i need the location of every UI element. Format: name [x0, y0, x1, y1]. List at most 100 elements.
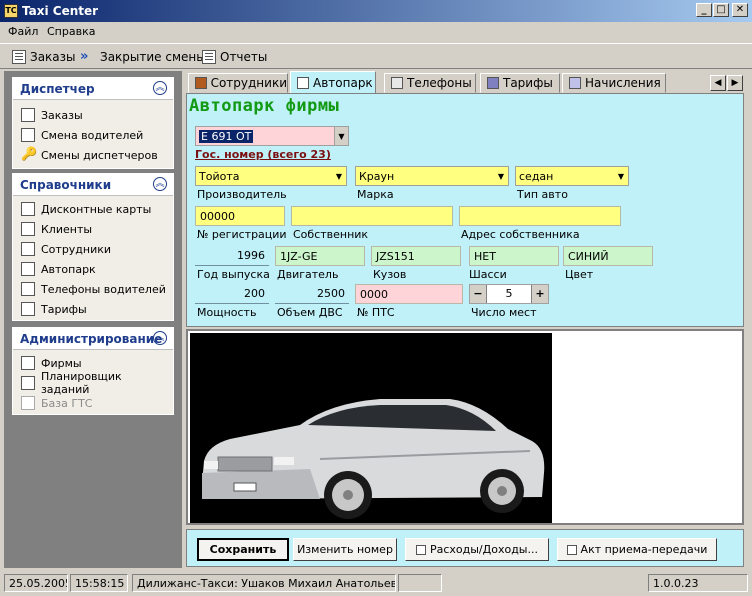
- change-number-button[interactable]: Изменить номер: [293, 538, 397, 561]
- plate-value-wrap: Е 691 ОТ: [196, 129, 334, 143]
- database-icon: [21, 396, 35, 410]
- tab-scroll-right-icon[interactable]: ▶: [727, 75, 743, 91]
- pts-field[interactable]: 0000: [355, 284, 463, 304]
- displacement-field[interactable]: 2500: [275, 284, 349, 304]
- toolbar-orders-button[interactable]: Заказы: [12, 49, 76, 65]
- discount-card-icon: [21, 202, 35, 216]
- sidebar-item-dispatcher-shifts[interactable]: 🔑 Смены диспетчеров: [21, 146, 158, 164]
- car-photo-area[interactable]: [186, 329, 744, 525]
- sidebar-item-label: Дисконтные карты: [41, 202, 152, 216]
- panel-admin: Администрирование ︽ Фирмы Планировщик за…: [12, 327, 174, 415]
- collapse-icon[interactable]: ︽: [153, 177, 167, 191]
- car-type-select[interactable]: седан ▼: [515, 166, 629, 186]
- power-label: Мощность: [197, 306, 257, 319]
- owner-field[interactable]: [291, 206, 453, 226]
- panel-dispatcher-header[interactable]: Диспетчер ︽: [13, 78, 173, 100]
- owner-address-field[interactable]: [459, 206, 621, 226]
- phone-icon: [391, 77, 403, 89]
- tab-accruals[interactable]: Начисления: [562, 73, 666, 93]
- employees-icon: [195, 77, 207, 89]
- reg-number-field[interactable]: 00000: [195, 206, 285, 226]
- car-photo: [190, 333, 552, 523]
- collapse-icon[interactable]: ︽: [153, 81, 167, 95]
- status-bar: 25.05.2005 15:58:15 Дилижанс-Такси: Ушак…: [0, 572, 752, 596]
- driver-shift-icon: [21, 128, 35, 142]
- sidebar-item-driver-shift[interactable]: Смена водителей: [21, 126, 143, 144]
- body-label: Кузов: [373, 268, 407, 281]
- main-panel: Сотрудники Автопарк Телефоны Тарифы Начи…: [184, 71, 748, 568]
- sidebar-item-scheduler[interactable]: Планировщик заданий: [21, 370, 173, 396]
- chevron-down-icon[interactable]: ▼: [334, 127, 348, 145]
- toolbar-reports-button[interactable]: Отчеты: [202, 49, 267, 65]
- manufacturer-select[interactable]: Тойота ▼: [195, 166, 347, 186]
- tariffs-icon: [487, 77, 499, 89]
- maximize-button[interactable]: □: [713, 3, 729, 17]
- manufacturer-label: Производитель: [197, 188, 287, 201]
- expenses-icon: [415, 544, 426, 555]
- menu-file[interactable]: Файл: [8, 25, 38, 38]
- toolbar-close-shift-button[interactable]: » Закрытие смены: [80, 49, 206, 65]
- sidebar-item-label: Планировщик заданий: [40, 370, 122, 396]
- pts-label: № ПТС: [357, 306, 395, 319]
- minus-icon[interactable]: −: [470, 285, 487, 303]
- tab-phones[interactable]: Телефоны: [384, 73, 476, 93]
- collapse-icon[interactable]: ︽: [153, 331, 167, 345]
- tab-fleet[interactable]: Автопарк: [290, 71, 376, 93]
- act-button[interactable]: Акт приема-передачи: [557, 538, 717, 561]
- plus-icon[interactable]: +: [531, 285, 548, 303]
- tab-employees[interactable]: Сотрудники: [188, 73, 288, 93]
- reports-icon: [202, 50, 216, 64]
- sidebar-item-label: Телефоны водителей: [41, 282, 166, 296]
- panel-references: Справочники ︽ Дисконтные карты Клиенты С…: [12, 173, 174, 321]
- year-field[interactable]: 1996: [195, 246, 269, 266]
- close-button[interactable]: ✕: [732, 3, 748, 17]
- chevron-down-icon[interactable]: ▼: [332, 167, 346, 185]
- act-button-label: Акт приема-передачи: [580, 543, 708, 556]
- sidebar-item-label: Тарифы: [41, 302, 87, 316]
- brand-value: Краун: [359, 169, 395, 183]
- sidebar-item-orders[interactable]: Заказы: [21, 106, 83, 124]
- chassis-field[interactable]: НЕТ: [469, 246, 559, 266]
- orders-icon: [12, 50, 26, 64]
- status-user: Дилижанс-Такси: Ушаков Михаил Анатольеви…: [132, 574, 396, 592]
- menu-help[interactable]: Справка: [47, 25, 95, 38]
- sidebar-item-employees[interactable]: Сотрудники: [21, 240, 111, 258]
- body-field[interactable]: JZS151: [371, 246, 461, 266]
- minimize-button[interactable]: _: [696, 3, 712, 17]
- panel-references-header[interactable]: Справочники ︽: [13, 174, 173, 196]
- sidebar-item-clients[interactable]: Клиенты: [21, 220, 92, 238]
- title-bar[interactable]: TC Taxi Center _ □ ✕: [0, 0, 752, 22]
- sidebar-item-fleet[interactable]: Автопарк: [21, 260, 96, 278]
- color-field[interactable]: СИНИЙ: [563, 246, 653, 266]
- status-date: 25.05.2005: [4, 574, 68, 592]
- chevron-down-icon[interactable]: ▼: [614, 167, 628, 185]
- power-field[interactable]: 200: [195, 284, 269, 304]
- sidebar-item-label: Смена водителей: [41, 128, 144, 142]
- expenses-button[interactable]: Расходы/Доходы...: [405, 538, 549, 561]
- panel-admin-title: Администрирование: [20, 332, 163, 346]
- accruals-icon: [569, 77, 581, 89]
- firms-icon: [21, 356, 35, 370]
- save-button[interactable]: Сохранить: [197, 538, 289, 561]
- engine-field[interactable]: 1JZ-GE: [275, 246, 365, 266]
- chevron-down-icon[interactable]: ▼: [494, 167, 508, 185]
- car-type-value: седан: [519, 169, 554, 183]
- sidebar-item-driver-phones[interactable]: Телефоны водителей: [21, 280, 166, 298]
- owner-label: Собственник: [293, 228, 369, 241]
- brand-select[interactable]: Краун ▼: [355, 166, 509, 186]
- tab-label: Тарифы: [503, 76, 553, 90]
- plate-label: Гос. номер (всего 23): [195, 148, 331, 161]
- panel-admin-header[interactable]: Администрирование ︽: [13, 328, 173, 350]
- orders-icon: [21, 108, 35, 122]
- toolbar-orders-label: Заказы: [30, 50, 76, 64]
- sidebar-item-discount-cards[interactable]: Дисконтные карты: [21, 200, 151, 218]
- sidebar-item-tariffs[interactable]: Тарифы: [21, 300, 87, 318]
- tab-tariffs[interactable]: Тарифы: [480, 73, 560, 93]
- seats-stepper[interactable]: − 5 +: [469, 284, 549, 304]
- seats-value: 5: [505, 287, 513, 300]
- fleet-icon: [21, 262, 35, 276]
- tab-scroll-left-icon[interactable]: ◀: [710, 75, 726, 91]
- status-version: 1.0.0.23: [648, 574, 748, 592]
- plate-select[interactable]: Е 691 ОТ ▼: [195, 126, 349, 146]
- expenses-button-label: Расходы/Доходы...: [429, 543, 538, 556]
